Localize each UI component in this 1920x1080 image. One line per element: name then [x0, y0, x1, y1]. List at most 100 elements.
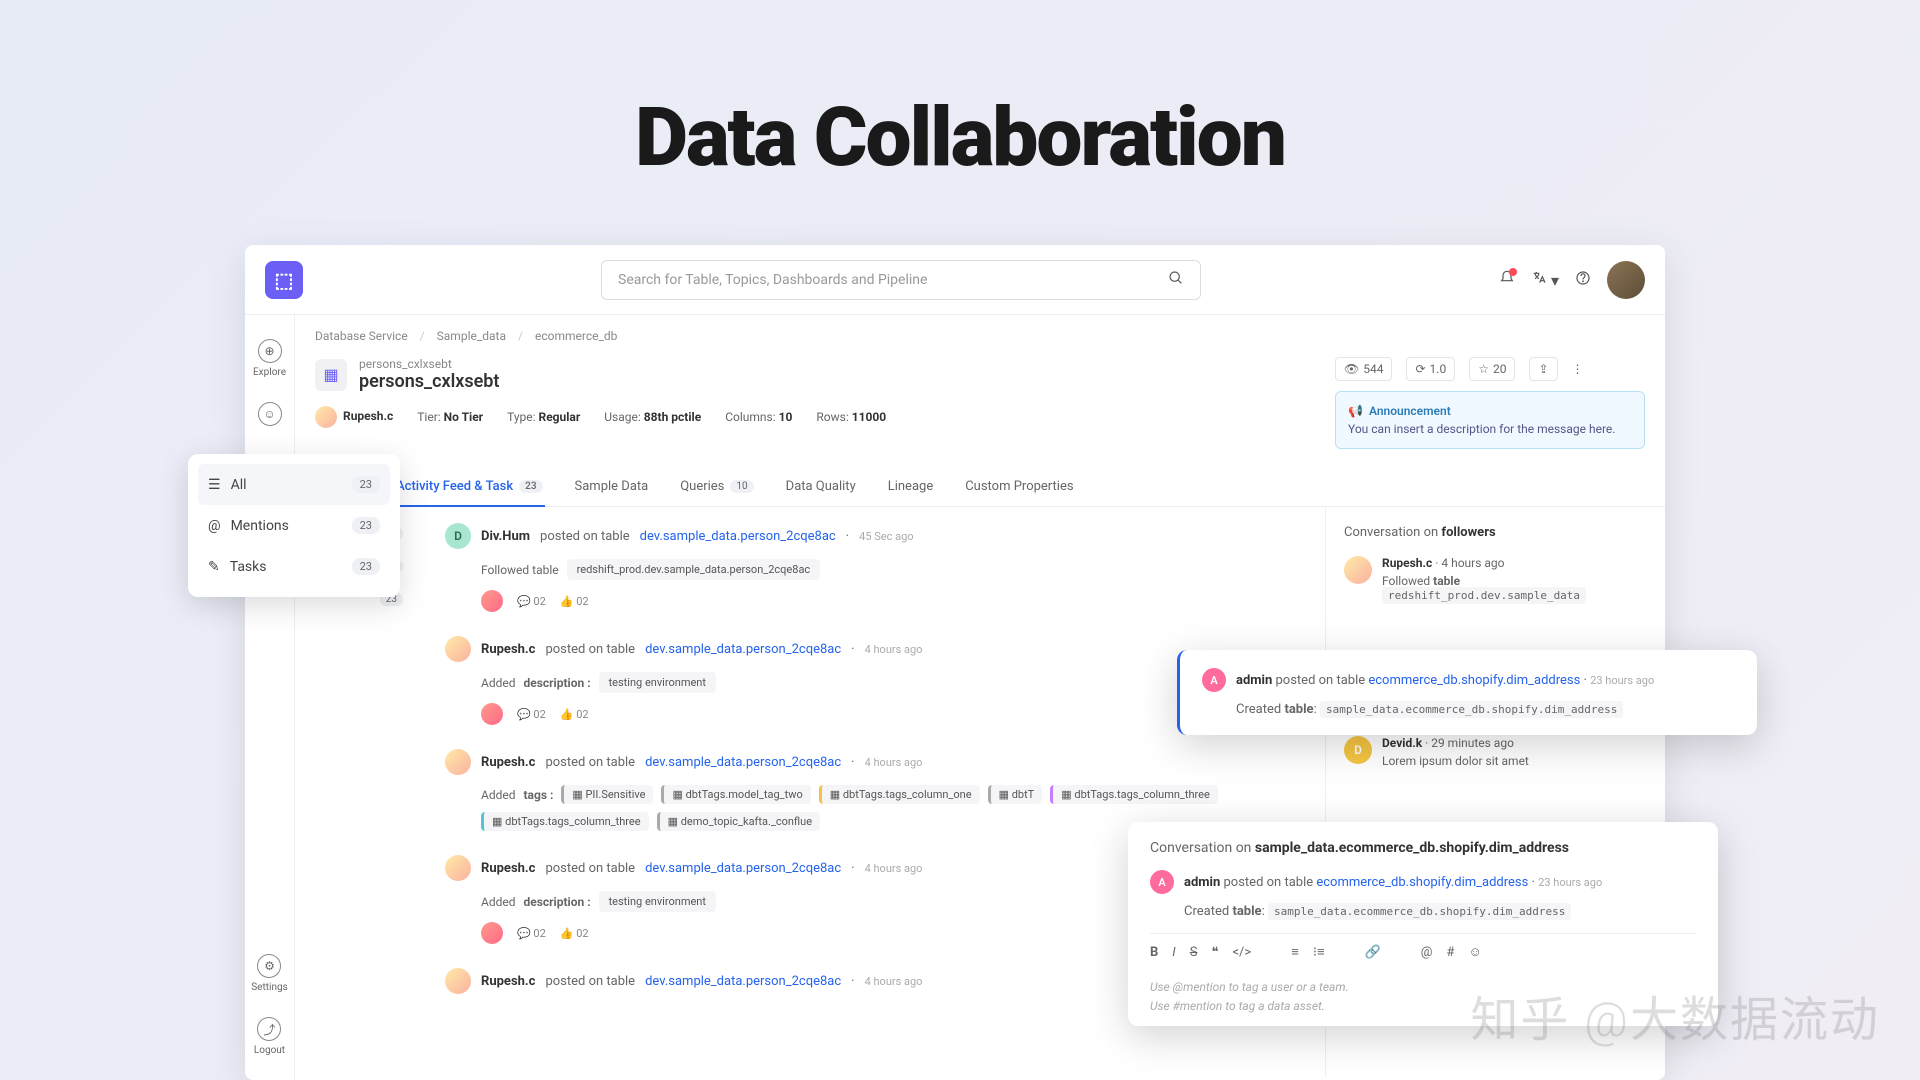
filter-icon: @	[208, 518, 221, 534]
app-logo[interactable]: ⬚	[265, 261, 303, 299]
list-ordered-icon[interactable]: ≡	[1291, 944, 1299, 960]
comments-button[interactable]: 💬 02	[517, 595, 546, 608]
nav-logout-label: Logout	[254, 1045, 285, 1056]
activity-card: A admin posted on table ecommerce_db.sho…	[1177, 650, 1757, 735]
owner-avatar[interactable]	[315, 406, 337, 428]
breadcrumb-item[interactable]: Database Service	[315, 329, 408, 343]
search-icon[interactable]	[1168, 270, 1184, 290]
list-bullet-icon[interactable]: ⁝≡	[1313, 944, 1325, 960]
avatar[interactable]	[445, 968, 471, 994]
tag-chip[interactable]: ▦ dbtTags.model_tag_two	[661, 785, 810, 804]
tag-chip[interactable]: ▦ dbtTags.tags_column_three	[1050, 785, 1218, 804]
avatar[interactable]	[445, 749, 471, 775]
table-icon: ▦	[315, 359, 347, 391]
mention-icon[interactable]: @	[1421, 945, 1433, 960]
tab-custom-properties[interactable]: Custom Properties	[963, 467, 1075, 506]
entity-name: persons_cxlxsebt	[359, 371, 499, 392]
avatar[interactable]: D	[445, 523, 471, 549]
watermark: 知乎 @大数据流动	[1470, 980, 1880, 1050]
table-link[interactable]: dev.sample_data.person_2cqe8ac	[645, 861, 841, 876]
likes-button[interactable]: 👍 02	[560, 595, 589, 608]
reactor-avatar[interactable]	[481, 703, 503, 725]
tab-sample-data[interactable]: Sample Data	[573, 467, 651, 506]
code-icon[interactable]: </>	[1232, 945, 1251, 960]
filter-all[interactable]: ☰All23	[198, 464, 390, 505]
reactor-avatar[interactable]	[481, 922, 503, 944]
nav-settings[interactable]: ⚙ Settings	[251, 946, 288, 1001]
avatar[interactable]	[1344, 556, 1372, 584]
users-icon: ☺	[258, 402, 282, 426]
stats-bar: 👁 544 ⟳ 1.0 ☆ 20 ⇪ ⋮	[1335, 357, 1645, 381]
avatar[interactable]: D	[1344, 736, 1372, 764]
breadcrumb-item[interactable]: Sample_data	[437, 329, 506, 343]
italic-icon[interactable]: I	[1172, 945, 1175, 960]
search-input[interactable]: Search for Table, Topics, Dashboards and…	[601, 260, 1201, 300]
avatar[interactable]: A	[1202, 668, 1226, 692]
nav-settings-label: Settings	[251, 982, 288, 993]
table-link[interactable]: ecommerce_db.shopify.dim_address	[1316, 875, 1528, 890]
strike-icon[interactable]: S	[1190, 945, 1198, 960]
owner-name[interactable]: Rupesh.c	[343, 409, 393, 423]
topbar-right: ▾	[1499, 261, 1645, 299]
avatar[interactable]	[445, 636, 471, 662]
filter-icon: ☰	[208, 477, 221, 493]
page-heading: Data Collaboration	[0, 0, 1920, 236]
bold-icon[interactable]: B	[1150, 945, 1158, 960]
stat-views[interactable]: 👁 544	[1335, 357, 1392, 381]
entity-subtitle: persons_cxlxsebt	[359, 357, 499, 371]
more-icon[interactable]: ⋮	[1572, 362, 1584, 376]
search-placeholder: Search for Table, Topics, Dashboards and…	[618, 272, 927, 288]
nav-explore-label: Explore	[253, 367, 286, 378]
link-icon[interactable]: 🔗	[1365, 945, 1381, 960]
share-icon[interactable]: ⇪	[1529, 357, 1557, 381]
conversation-item: Rupesh.c · 4 hours ago Followed table re…	[1344, 556, 1647, 602]
table-link[interactable]: dev.sample_data.person_2cqe8ac	[640, 529, 836, 544]
tag-chip[interactable]: ▦ dbtT	[988, 785, 1043, 804]
tab-lineage[interactable]: Lineage	[886, 467, 936, 506]
likes-button[interactable]: 👍 02	[560, 708, 589, 721]
tag-chip[interactable]: ▦ dbtTags.tags_column_three	[481, 812, 649, 831]
nav-explore[interactable]: ⊕ Explore	[253, 331, 286, 386]
user-avatar[interactable]	[1607, 261, 1645, 299]
breadcrumb: Database Service/ Sample_data/ ecommerce…	[295, 315, 1665, 357]
comments-button[interactable]: 💬 02	[517, 927, 546, 940]
tabs: SchemaActivity Feed & Task23Sample DataQ…	[295, 467, 1665, 507]
quote-icon[interactable]: ❝	[1211, 945, 1218, 960]
feed-post: Rupesh.c posted on table dev.sample_data…	[445, 749, 1305, 831]
filter-mentions[interactable]: @Mentions23	[198, 505, 390, 546]
explore-icon: ⊕	[258, 339, 282, 363]
logout-icon: ⤴	[257, 1017, 281, 1041]
tag-chip[interactable]: ▦ PII.Sensitive	[561, 785, 653, 804]
hashtag-icon[interactable]: #	[1446, 945, 1454, 960]
tag-chip[interactable]: ▦ demo_topic_kafta._conflue	[657, 812, 820, 831]
breadcrumb-item[interactable]: ecommerce_db	[535, 329, 617, 343]
table-link[interactable]: dev.sample_data.person_2cqe8ac	[645, 755, 841, 770]
table-link[interactable]: dev.sample_data.person_2cqe8ac	[645, 642, 841, 657]
announcement-box: 📢Announcement You can insert a descripti…	[1335, 391, 1645, 449]
language-icon[interactable]: ▾	[1531, 270, 1559, 290]
table-link[interactable]: ecommerce_db.shopify.dim_address	[1368, 673, 1580, 688]
nav-logout[interactable]: ⤴ Logout	[254, 1009, 285, 1064]
likes-button[interactable]: 👍 02	[560, 927, 589, 940]
notification-dot	[1509, 268, 1517, 276]
editor-toolbar: B I S ❝ </> ≡ ⁝≡ 🔗 @ # ☺	[1150, 933, 1696, 970]
table-link[interactable]: dev.sample_data.person_2cqe8ac	[645, 974, 841, 989]
comments-button[interactable]: 💬 02	[517, 708, 546, 721]
stat-version[interactable]: ⟳ 1.0	[1406, 357, 1455, 381]
avatar[interactable]: A	[1150, 870, 1174, 894]
stat-stars[interactable]: ☆ 20	[1469, 357, 1515, 381]
notifications-icon[interactable]	[1499, 270, 1515, 290]
entity-header: ▦ persons_cxlxsebt persons_cxlxsebt Rupe…	[315, 357, 1319, 449]
gear-icon: ⚙	[257, 954, 281, 978]
reactor-avatar[interactable]	[481, 590, 503, 612]
help-icon[interactable]	[1575, 270, 1591, 290]
tab-data-quality[interactable]: Data Quality	[784, 467, 858, 506]
tag-chip[interactable]: ▦ dbtTags.tags_column_one	[819, 785, 980, 804]
nav-users[interactable]: ☺	[258, 394, 282, 434]
filter-tasks[interactable]: ✎Tasks23	[198, 546, 390, 587]
tab-queries[interactable]: Queries10	[678, 467, 755, 506]
avatar[interactable]	[445, 855, 471, 881]
emoji-icon[interactable]: ☺	[1468, 944, 1481, 960]
topbar: ⬚ Search for Table, Topics, Dashboards a…	[245, 245, 1665, 315]
tab-activity-feed-task[interactable]: Activity Feed & Task23	[394, 467, 544, 506]
